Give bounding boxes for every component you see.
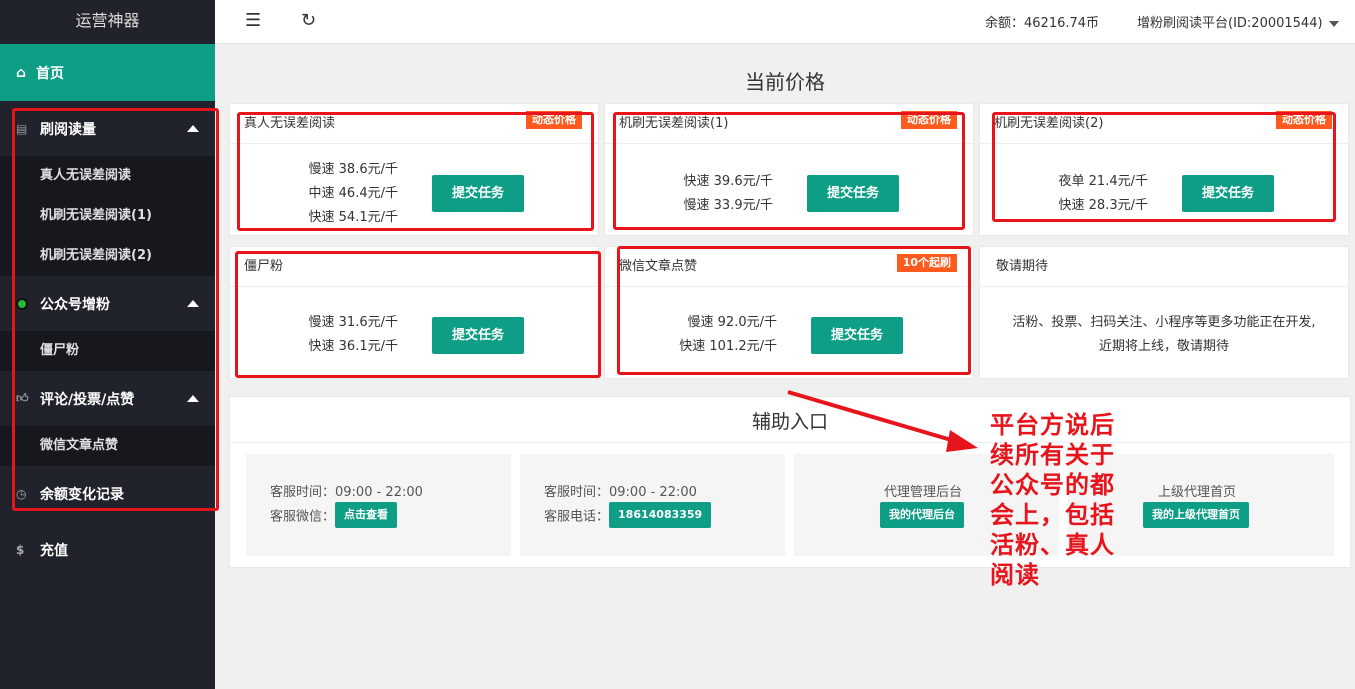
card-title: 敬请期待 xyxy=(996,259,1049,274)
parent-agent-button[interactable]: 我的上级代理首页 xyxy=(1143,502,1249,528)
service-wechat-label: 客服微信： xyxy=(270,509,336,525)
balance-text: 余额：46216.74币 xyxy=(985,16,1100,31)
aux-title: 辅助入口 xyxy=(230,397,1350,443)
platform-label: 增粉刷阅读平台(ID:20001544) xyxy=(1137,16,1323,31)
app-title: 运营神器 xyxy=(75,11,140,30)
dynamic-price-badge: 动态价格 xyxy=(526,111,582,129)
card-title: 机刷无误差阅读(1) xyxy=(619,116,729,131)
submit-task-button[interactable]: 提交任务 xyxy=(432,317,524,354)
thumbs-up-icon: 👍︎ xyxy=(16,391,29,405)
aux-box-wechat: 客服时间：09:00 - 22:00 客服微信： 点击查看 xyxy=(246,454,511,556)
document-icon: ▤ xyxy=(16,121,28,136)
submit-task-button[interactable]: 提交任务 xyxy=(1182,175,1274,212)
parent-agent-label: 上级代理首页 xyxy=(1158,485,1237,500)
sidebar-item-machine-reading-2[interactable]: 机刷无误差阅读(2) xyxy=(0,236,215,276)
dollar-icon: $ xyxy=(16,543,25,557)
coming-soon-card: 敬请期待 活粉、投票、扫码关注、小程序等更多功能正在开发, 近期将上线，敬请期待 xyxy=(979,246,1349,379)
sidebar-item-label: 余额变化记录 xyxy=(40,487,124,503)
submit-task-button[interactable]: 提交任务 xyxy=(432,175,524,212)
service-phone-label: 客服电话： xyxy=(544,509,610,525)
caret-up-icon xyxy=(187,124,199,132)
sidebar-item-balance-log[interactable]: ◷ 余额变化记录 xyxy=(0,466,215,522)
price-card-article-like: 微信文章点赞 10个起刷 慢速 92.0元/千 快速 101.2元/千 提交任务 xyxy=(604,246,974,379)
service-hours: 客服时间：09:00 - 22:00 xyxy=(270,485,423,500)
sidebar-item-zombie-fans[interactable]: 僵尸粉 xyxy=(0,331,215,371)
sidebar-item-machine-reading-1[interactable]: 机刷无误差阅读(1) xyxy=(0,196,215,236)
card-title: 僵尸粉 xyxy=(244,259,284,274)
sidebar-item-home[interactable]: ⌂ 首页 xyxy=(0,44,215,101)
sidebar-group-label: 刷阅读量 xyxy=(40,121,96,138)
sidebar-group-label: 评论/投票/点赞 xyxy=(40,391,135,408)
price-card-machine-reading-1: 机刷无误差阅读(1) 动态价格 快速 39.6元/千 慢速 33.9元/千 提交任… xyxy=(604,103,974,236)
top-header: ☰ ↻ 余额：46216.74币 增粉刷阅读平台(ID:20001544) xyxy=(215,0,1355,44)
service-hours: 客服时间：09:00 - 22:00 xyxy=(544,485,697,500)
card-title: 微信文章点赞 xyxy=(619,259,698,274)
sidebar-item-real-reading[interactable]: 真人无误差阅读 xyxy=(0,156,215,196)
sidebar: 运营神器 ⌂ 首页 ▤ 刷阅读量 真人无误差阅读 机刷无误差阅读(1) 机刷无误… xyxy=(0,0,215,689)
platform-dropdown[interactable]: 增粉刷阅读平台(ID:20001544) xyxy=(1137,12,1339,31)
caret-up-icon xyxy=(187,394,199,402)
sidebar-group-reading: ▤ 刷阅读量 真人无误差阅读 机刷无误差阅读(1) 机刷无误差阅读(2) xyxy=(0,101,215,276)
sidebar-item-label: 首页 xyxy=(36,65,65,82)
price-line: 快速 101.2元/千 xyxy=(679,339,777,354)
phone-number-button[interactable]: 18614083359 xyxy=(609,502,712,528)
price-line: 快速 54.1元/千 xyxy=(308,210,398,225)
price-line: 慢速 33.9元/千 xyxy=(683,198,773,213)
chevron-down-icon xyxy=(1328,20,1339,27)
price-card-machine-reading-2: 机刷无误差阅读(2) 动态价格 夜单 21.4元/千 快速 28.3元/千 提交任… xyxy=(979,103,1349,236)
menu-toggle-icon[interactable]: ☰ xyxy=(245,10,261,31)
wechat-icon xyxy=(16,297,28,310)
annotation-text: 平台方说后续所有关于公众号的都会上，包括活粉、真人阅读 xyxy=(990,411,1115,589)
price-card-real-reading: 真人无误差阅读 动态价格 慢速 38.6元/千 中速 46.4元/千 快速 54.… xyxy=(229,103,599,236)
card-title: 真人无误差阅读 xyxy=(244,116,336,131)
prices-title: 当前价格 xyxy=(745,70,825,94)
price-line: 慢速 92.0元/千 xyxy=(687,315,777,330)
aux-box-phone: 客服时间：09:00 - 22:00 客服电话： 18614083359 xyxy=(520,454,785,556)
sidebar-item-label: 充值 xyxy=(40,543,68,559)
price-line: 快速 28.3元/千 xyxy=(1058,198,1148,213)
submit-task-button[interactable]: 提交任务 xyxy=(807,175,899,212)
sidebar-group-followers: 公众号增粉 僵尸粉 xyxy=(0,276,215,371)
agent-admin-button[interactable]: 我的代理后台 xyxy=(880,502,964,528)
dynamic-price-badge: 动态价格 xyxy=(901,111,957,129)
sidebar-group-head-followers[interactable]: 公众号增粉 xyxy=(0,276,215,331)
price-line: 快速 39.6元/千 xyxy=(683,174,773,189)
view-wechat-button[interactable]: 点击查看 xyxy=(335,502,398,528)
price-line: 慢速 38.6元/千 xyxy=(308,162,398,177)
agent-admin-label: 代理管理后台 xyxy=(884,485,963,500)
home-icon: ⌂ xyxy=(16,64,27,81)
price-line: 夜单 21.4元/千 xyxy=(1058,174,1148,189)
min-order-badge: 10个起刷 xyxy=(896,254,957,272)
price-line: 中速 46.4元/千 xyxy=(308,186,398,201)
coming-soon-text: 近期将上线，敬请期待 xyxy=(1098,339,1229,354)
price-line: 慢速 31.6元/千 xyxy=(308,315,398,330)
sidebar-group-head-comments[interactable]: 👍︎ 评论/投票/点赞 xyxy=(0,371,215,426)
sidebar-group-label: 公众号增粉 xyxy=(40,296,110,313)
submit-task-button[interactable]: 提交任务 xyxy=(811,317,903,354)
sidebar-item-article-like[interactable]: 微信文章点赞 xyxy=(0,426,215,466)
sidebar-group-head-reading[interactable]: ▤ 刷阅读量 xyxy=(0,101,215,156)
coming-soon-text: 活粉、投票、扫码关注、小程序等更多功能正在开发, xyxy=(1012,315,1316,330)
card-title: 机刷无误差阅读(2) xyxy=(994,116,1104,131)
sidebar-item-recharge[interactable]: $ 充值 xyxy=(0,522,215,578)
refresh-icon[interactable]: ↻ xyxy=(301,10,316,31)
aux-section: 辅助入口 客服时间：09:00 - 22:00 客服微信： 点击查看 客服时间：0… xyxy=(229,396,1351,568)
sidebar-group-comments: 👍︎ 评论/投票/点赞 微信文章点赞 xyxy=(0,371,215,466)
price-card-zombie-fans: 僵尸粉 慢速 31.6元/千 快速 36.1元/千 提交任务 xyxy=(229,246,599,379)
dynamic-price-badge: 动态价格 xyxy=(1276,111,1332,129)
clock-icon: ◷ xyxy=(16,487,27,501)
caret-up-icon xyxy=(187,299,199,307)
price-line: 快速 36.1元/千 xyxy=(308,339,398,354)
